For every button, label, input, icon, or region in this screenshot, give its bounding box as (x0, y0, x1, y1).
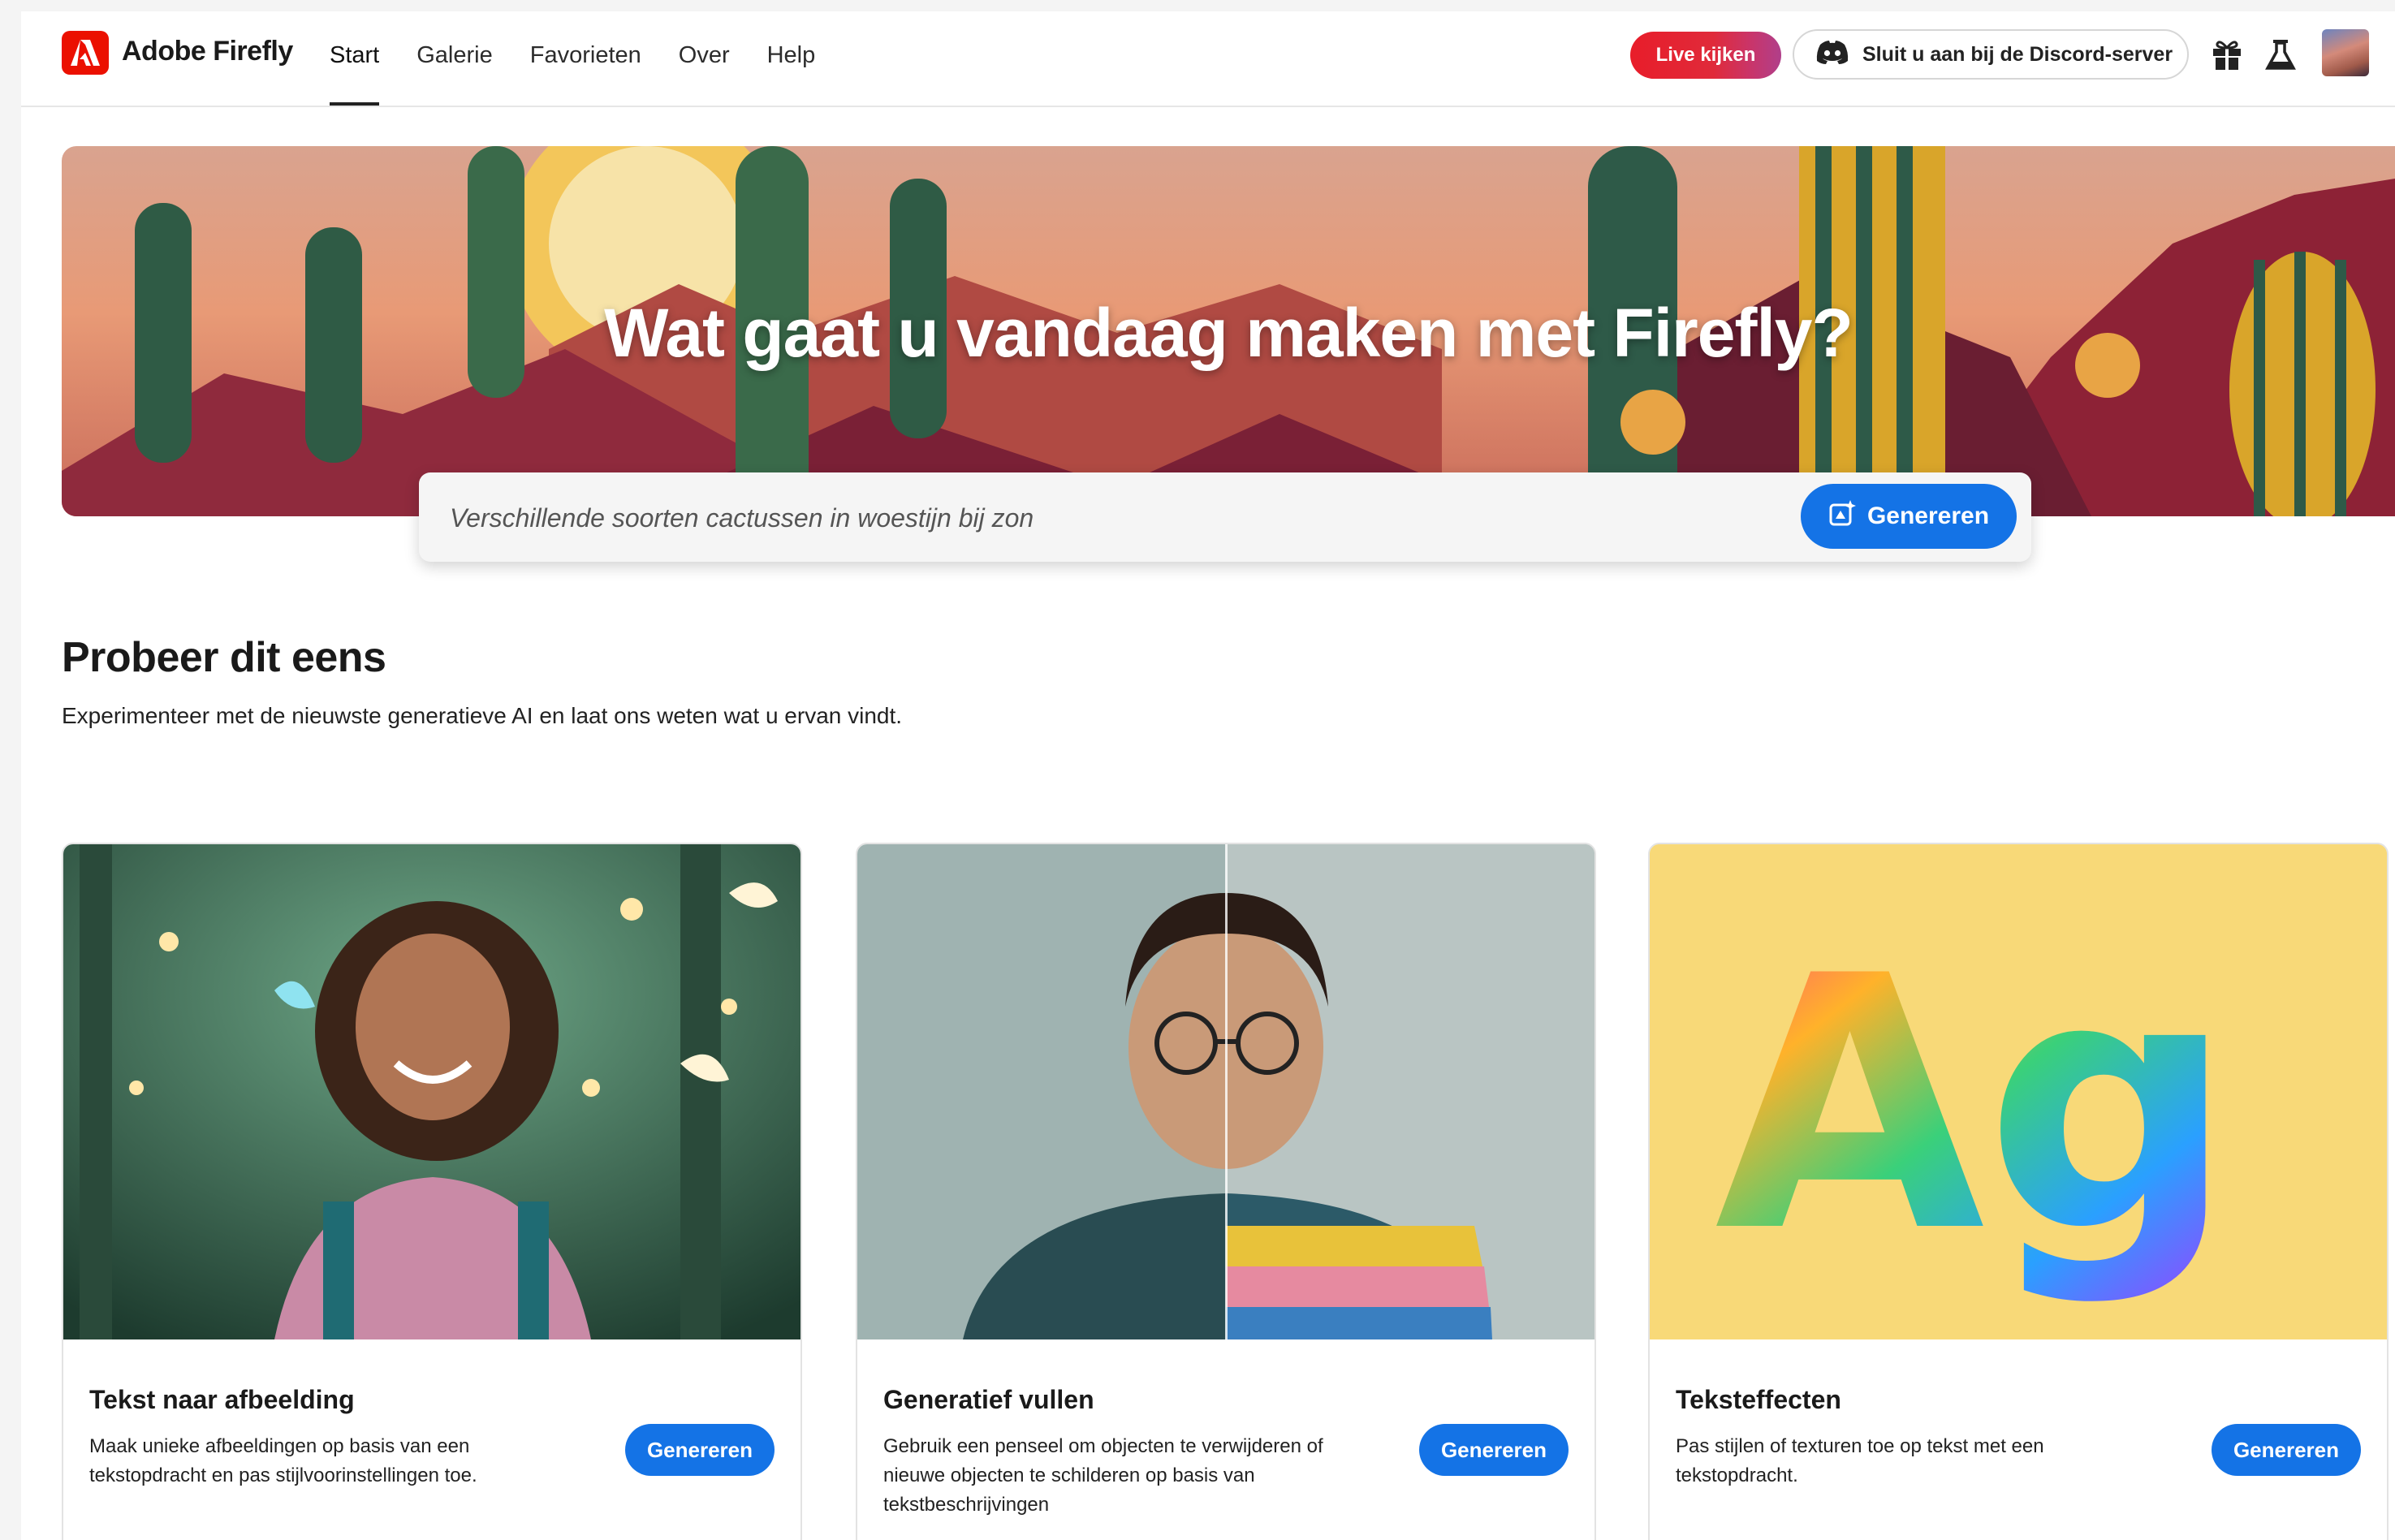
section-title: Probeer dit eens (62, 634, 386, 681)
card-title: Tekst naar afbeelding (89, 1385, 355, 1414)
hero-banner: Wat gaat u vandaag maken met Firefly? (62, 146, 2395, 516)
nav-over[interactable]: Over (679, 42, 730, 93)
prompt-generate-label: Genereren (1866, 503, 1990, 529)
card-image-girl-butterflies (63, 844, 800, 1339)
card-generative-fill[interactable]: Generatief vullen Gebruik een penseel om… (856, 843, 1596, 1540)
generate-sparkle-icon (1828, 499, 1856, 533)
discord-join-button[interactable]: Sluit u aan bij de Discord-server (1793, 29, 2189, 80)
nav-help[interactable]: Help (767, 42, 816, 93)
card-description: Pas stijlen of texturen toe op tekst met… (1676, 1435, 2044, 1486)
discord-button-label: Sluit u aan bij de Discord-server (1862, 42, 2173, 66)
top-nav-bar: Adobe Firefly Start Galerie Favorieten O… (21, 11, 2395, 107)
nav-start[interactable]: Start (330, 42, 380, 106)
nav-favorieten[interactable]: Favorieten (530, 42, 641, 93)
card-image-fur-letters: Ag (1650, 844, 2387, 1339)
adobe-logo-icon[interactable] (62, 31, 109, 75)
ag-letters: Ag (1715, 903, 2235, 1309)
card-image-man-split (857, 844, 1595, 1339)
card-generate-button[interactable]: Genereren (625, 1424, 775, 1476)
hero-title: Wat gaat u vandaag maken met Firefly? (604, 295, 1853, 371)
gift-icon[interactable] (2210, 37, 2244, 71)
main-nav: Start Galerie Favorieten Over Help (330, 42, 852, 106)
prompt-generate-button[interactable]: Genereren (1801, 484, 2017, 549)
page: Adobe Firefly Start Galerie Favorieten O… (21, 11, 2395, 1540)
card-text-to-image[interactable]: Tekst naar afbeelding Maak unieke afbeel… (62, 843, 802, 1540)
card-description: Gebruik een penseel om objecten te verwi… (883, 1435, 1323, 1516)
card-text-effects[interactable]: Ag Teksteffecten Pas stijlen of texturen… (1648, 843, 2389, 1540)
nav-galerie[interactable]: Galerie (416, 42, 493, 93)
card-generate-button[interactable]: Genereren (2212, 1424, 2361, 1476)
section-subtitle: Experimenteer met de nieuwste generatiev… (62, 703, 903, 728)
prompt-bar: Genereren (419, 472, 2031, 562)
card-description: Maak unieke afbeeldingen op basis van ee… (89, 1435, 477, 1486)
beaker-labs-icon[interactable] (2263, 37, 2298, 71)
discord-icon (1815, 40, 1849, 70)
user-avatar[interactable] (2322, 29, 2369, 76)
prompt-input[interactable] (448, 497, 1750, 539)
live-watch-button[interactable]: Live kijken (1630, 32, 1781, 79)
app-title[interactable]: Adobe Firefly (122, 36, 293, 67)
card-title: Generatief vullen (883, 1385, 1094, 1414)
card-generate-button[interactable]: Genereren (1419, 1424, 1569, 1476)
card-title: Teksteffecten (1676, 1385, 1841, 1414)
